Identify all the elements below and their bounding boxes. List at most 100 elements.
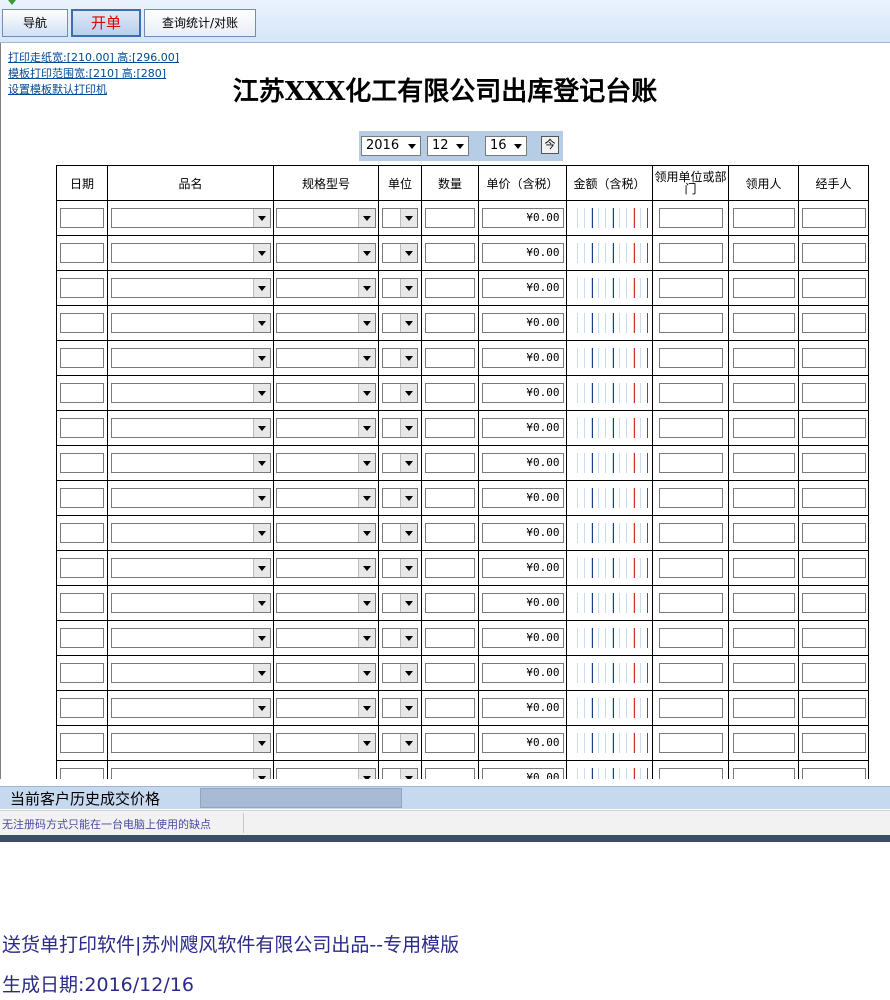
spec-select[interactable]: [276, 558, 376, 578]
date-input[interactable]: [60, 628, 104, 648]
date-input[interactable]: [60, 698, 104, 718]
recipient-input[interactable]: [732, 313, 795, 333]
unit-select[interactable]: [382, 313, 418, 333]
spec-select[interactable]: [276, 278, 376, 298]
date-input[interactable]: [60, 523, 104, 543]
product-select[interactable]: [110, 313, 271, 333]
department-input[interactable]: [658, 243, 723, 263]
spec-select[interactable]: [276, 418, 376, 438]
unit-select[interactable]: [382, 208, 418, 228]
unit-price-input[interactable]: ¥0.00: [481, 453, 564, 473]
spec-select[interactable]: [276, 243, 376, 263]
department-input[interactable]: [658, 558, 723, 578]
quantity-input[interactable]: [425, 628, 475, 648]
handler-input[interactable]: [801, 698, 866, 718]
quantity-input[interactable]: [425, 768, 475, 779]
recipient-input[interactable]: [732, 243, 795, 263]
today-button[interactable]: 今: [541, 136, 559, 154]
spec-select[interactable]: [276, 593, 376, 613]
unit-select[interactable]: [382, 663, 418, 683]
department-input[interactable]: [658, 278, 723, 298]
unit-select[interactable]: [382, 243, 418, 263]
product-select[interactable]: [110, 733, 271, 753]
quantity-input[interactable]: [425, 453, 475, 473]
department-input[interactable]: [658, 768, 723, 779]
spec-select[interactable]: [276, 663, 376, 683]
quantity-input[interactable]: [425, 698, 475, 718]
date-input[interactable]: [60, 488, 104, 508]
handler-input[interactable]: [801, 558, 866, 578]
recipient-input[interactable]: [732, 488, 795, 508]
handler-input[interactable]: [801, 733, 866, 753]
unit-price-input[interactable]: ¥0.00: [481, 733, 564, 753]
date-input[interactable]: [60, 383, 104, 403]
unit-select[interactable]: [382, 558, 418, 578]
spec-select[interactable]: [276, 313, 376, 333]
spec-select[interactable]: [276, 488, 376, 508]
date-input[interactable]: [60, 418, 104, 438]
handler-input[interactable]: [801, 243, 866, 263]
unit-price-input[interactable]: ¥0.00: [481, 628, 564, 648]
recipient-input[interactable]: [732, 453, 795, 473]
product-select[interactable]: [110, 453, 271, 473]
handler-input[interactable]: [801, 768, 866, 779]
recipient-input[interactable]: [732, 593, 795, 613]
product-select[interactable]: [110, 383, 271, 403]
product-select[interactable]: [110, 628, 271, 648]
unit-price-input[interactable]: ¥0.00: [481, 208, 564, 228]
quantity-input[interactable]: [425, 383, 475, 403]
date-input[interactable]: [60, 208, 104, 228]
unit-select[interactable]: [382, 733, 418, 753]
handler-input[interactable]: [801, 418, 866, 438]
department-input[interactable]: [658, 348, 723, 368]
date-input[interactable]: [60, 243, 104, 263]
spec-select[interactable]: [276, 383, 376, 403]
department-input[interactable]: [658, 663, 723, 683]
department-input[interactable]: [658, 733, 723, 753]
unit-select[interactable]: [382, 698, 418, 718]
tab-open-order[interactable]: 开单: [71, 9, 141, 37]
handler-input[interactable]: [801, 593, 866, 613]
recipient-input[interactable]: [732, 208, 795, 228]
date-input[interactable]: [60, 768, 104, 779]
tab-navigation[interactable]: 导航: [2, 9, 68, 37]
recipient-input[interactable]: [732, 558, 795, 578]
unit-select[interactable]: [382, 488, 418, 508]
product-select[interactable]: [110, 593, 271, 613]
quantity-input[interactable]: [425, 418, 475, 438]
unit-select[interactable]: [382, 768, 418, 779]
recipient-input[interactable]: [732, 418, 795, 438]
unit-price-input[interactable]: ¥0.00: [481, 243, 564, 263]
product-select[interactable]: [110, 418, 271, 438]
recipient-input[interactable]: [732, 278, 795, 298]
product-select[interactable]: [110, 488, 271, 508]
department-input[interactable]: [658, 523, 723, 543]
unit-price-input[interactable]: ¥0.00: [481, 698, 564, 718]
date-input[interactable]: [60, 663, 104, 683]
unit-price-input[interactable]: ¥0.00: [481, 348, 564, 368]
department-input[interactable]: [658, 313, 723, 333]
spec-select[interactable]: [276, 733, 376, 753]
date-input[interactable]: [60, 558, 104, 578]
quantity-input[interactable]: [425, 208, 475, 228]
spec-select[interactable]: [276, 628, 376, 648]
month-select[interactable]: 12: [427, 136, 469, 156]
handler-input[interactable]: [801, 628, 866, 648]
spec-select[interactable]: [276, 698, 376, 718]
unit-price-input[interactable]: ¥0.00: [481, 383, 564, 403]
product-select[interactable]: [110, 278, 271, 298]
department-input[interactable]: [658, 208, 723, 228]
unit-price-input[interactable]: ¥0.00: [481, 523, 564, 543]
recipient-input[interactable]: [732, 663, 795, 683]
handler-input[interactable]: [801, 313, 866, 333]
unit-select[interactable]: [382, 593, 418, 613]
product-select[interactable]: [110, 558, 271, 578]
handler-input[interactable]: [801, 523, 866, 543]
spec-select[interactable]: [276, 523, 376, 543]
date-input[interactable]: [60, 593, 104, 613]
unit-price-input[interactable]: ¥0.00: [481, 278, 564, 298]
department-input[interactable]: [658, 628, 723, 648]
date-input[interactable]: [60, 453, 104, 473]
product-select[interactable]: [110, 768, 271, 779]
handler-input[interactable]: [801, 488, 866, 508]
